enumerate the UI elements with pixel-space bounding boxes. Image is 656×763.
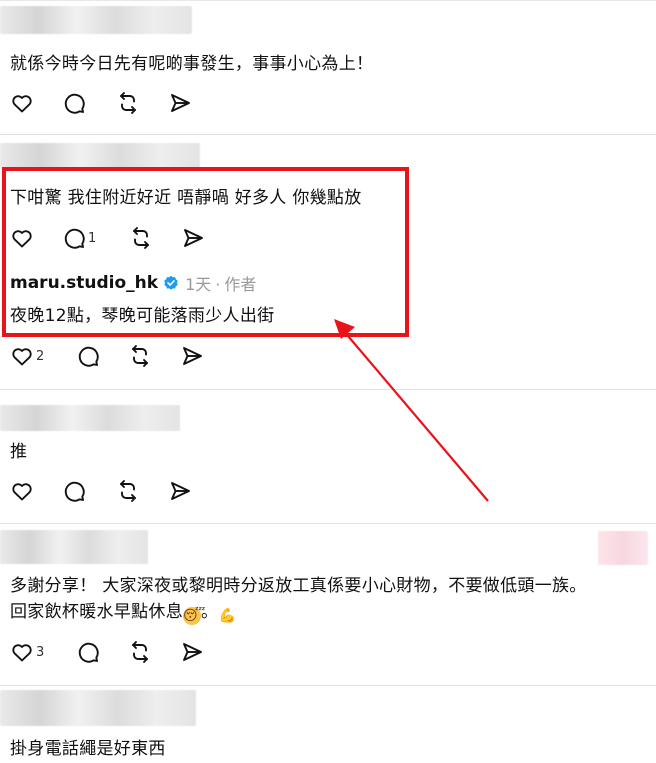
blurred-username: [0, 690, 196, 726]
comment-text-line2: 回家飲杯暖水早點休息😴。💪: [10, 597, 236, 625]
comment-icon: [62, 479, 86, 503]
flexed-biceps-emoji: 💪: [218, 608, 237, 624]
repost-icon: [128, 344, 152, 368]
like-button[interactable]: [10, 91, 62, 115]
repost-icon: [116, 479, 140, 503]
like-count: 2: [36, 348, 45, 364]
heart-icon: [10, 91, 34, 115]
action-bar: 3: [10, 640, 204, 664]
blurred-username: [0, 530, 148, 564]
punctuation: 。: [201, 602, 219, 622]
comment-icon: [76, 640, 100, 664]
comment-button[interactable]: [76, 344, 128, 368]
share-icon: [168, 479, 192, 503]
repost-button[interactable]: [116, 91, 168, 115]
like-button[interactable]: 3: [10, 640, 76, 664]
like-count: 3: [36, 644, 45, 660]
heart-icon: [10, 479, 34, 503]
heart-icon: [10, 344, 34, 368]
share-icon: [180, 344, 204, 368]
comment-text-part: 回家飲杯暖水早點休息: [10, 602, 183, 622]
comment-icon: [76, 344, 100, 368]
blurred-username: [0, 6, 192, 34]
share-button[interactable]: [168, 479, 192, 503]
share-icon: [168, 91, 192, 115]
top-border: [0, 0, 656, 1]
share-button[interactable]: [168, 91, 192, 115]
action-bar: 2: [10, 344, 204, 368]
comment-icon: [62, 91, 86, 115]
divider: [0, 134, 656, 135]
divider: [0, 685, 656, 686]
repost-button[interactable]: [116, 479, 168, 503]
comment-button[interactable]: [62, 479, 116, 503]
blurred-avatar: [598, 531, 648, 565]
divider: [0, 523, 656, 524]
like-button[interactable]: 2: [10, 344, 76, 368]
action-bar: [10, 91, 192, 115]
repost-button[interactable]: [128, 640, 180, 664]
repost-button[interactable]: [128, 344, 180, 368]
repost-icon: [128, 640, 152, 664]
comment-button[interactable]: [62, 91, 116, 115]
share-icon: [180, 640, 204, 664]
comment-text: 推: [10, 442, 28, 462]
action-bar: [10, 479, 192, 503]
blurred-username: [0, 405, 180, 431]
sleepy-face-emoji: 😴: [183, 607, 206, 625]
comment-text: 掛身電話繩是好東西: [10, 739, 166, 759]
comment-button[interactable]: [76, 640, 128, 664]
heart-icon: [10, 640, 34, 664]
divider: [0, 389, 656, 390]
highlight-box: [2, 167, 409, 337]
comment-text: 就係今時今日先有呢啲事發生，事事小心為上！: [10, 54, 374, 74]
share-button[interactable]: [180, 640, 204, 664]
blurred-username: [0, 143, 200, 169]
comment-text: 多謝分享！ 大家深夜或黎明時分返放工真係要小心財物，不要做低頭一族。: [10, 576, 587, 596]
like-button[interactable]: [10, 479, 62, 503]
repost-icon: [116, 91, 140, 115]
share-button[interactable]: [180, 344, 204, 368]
